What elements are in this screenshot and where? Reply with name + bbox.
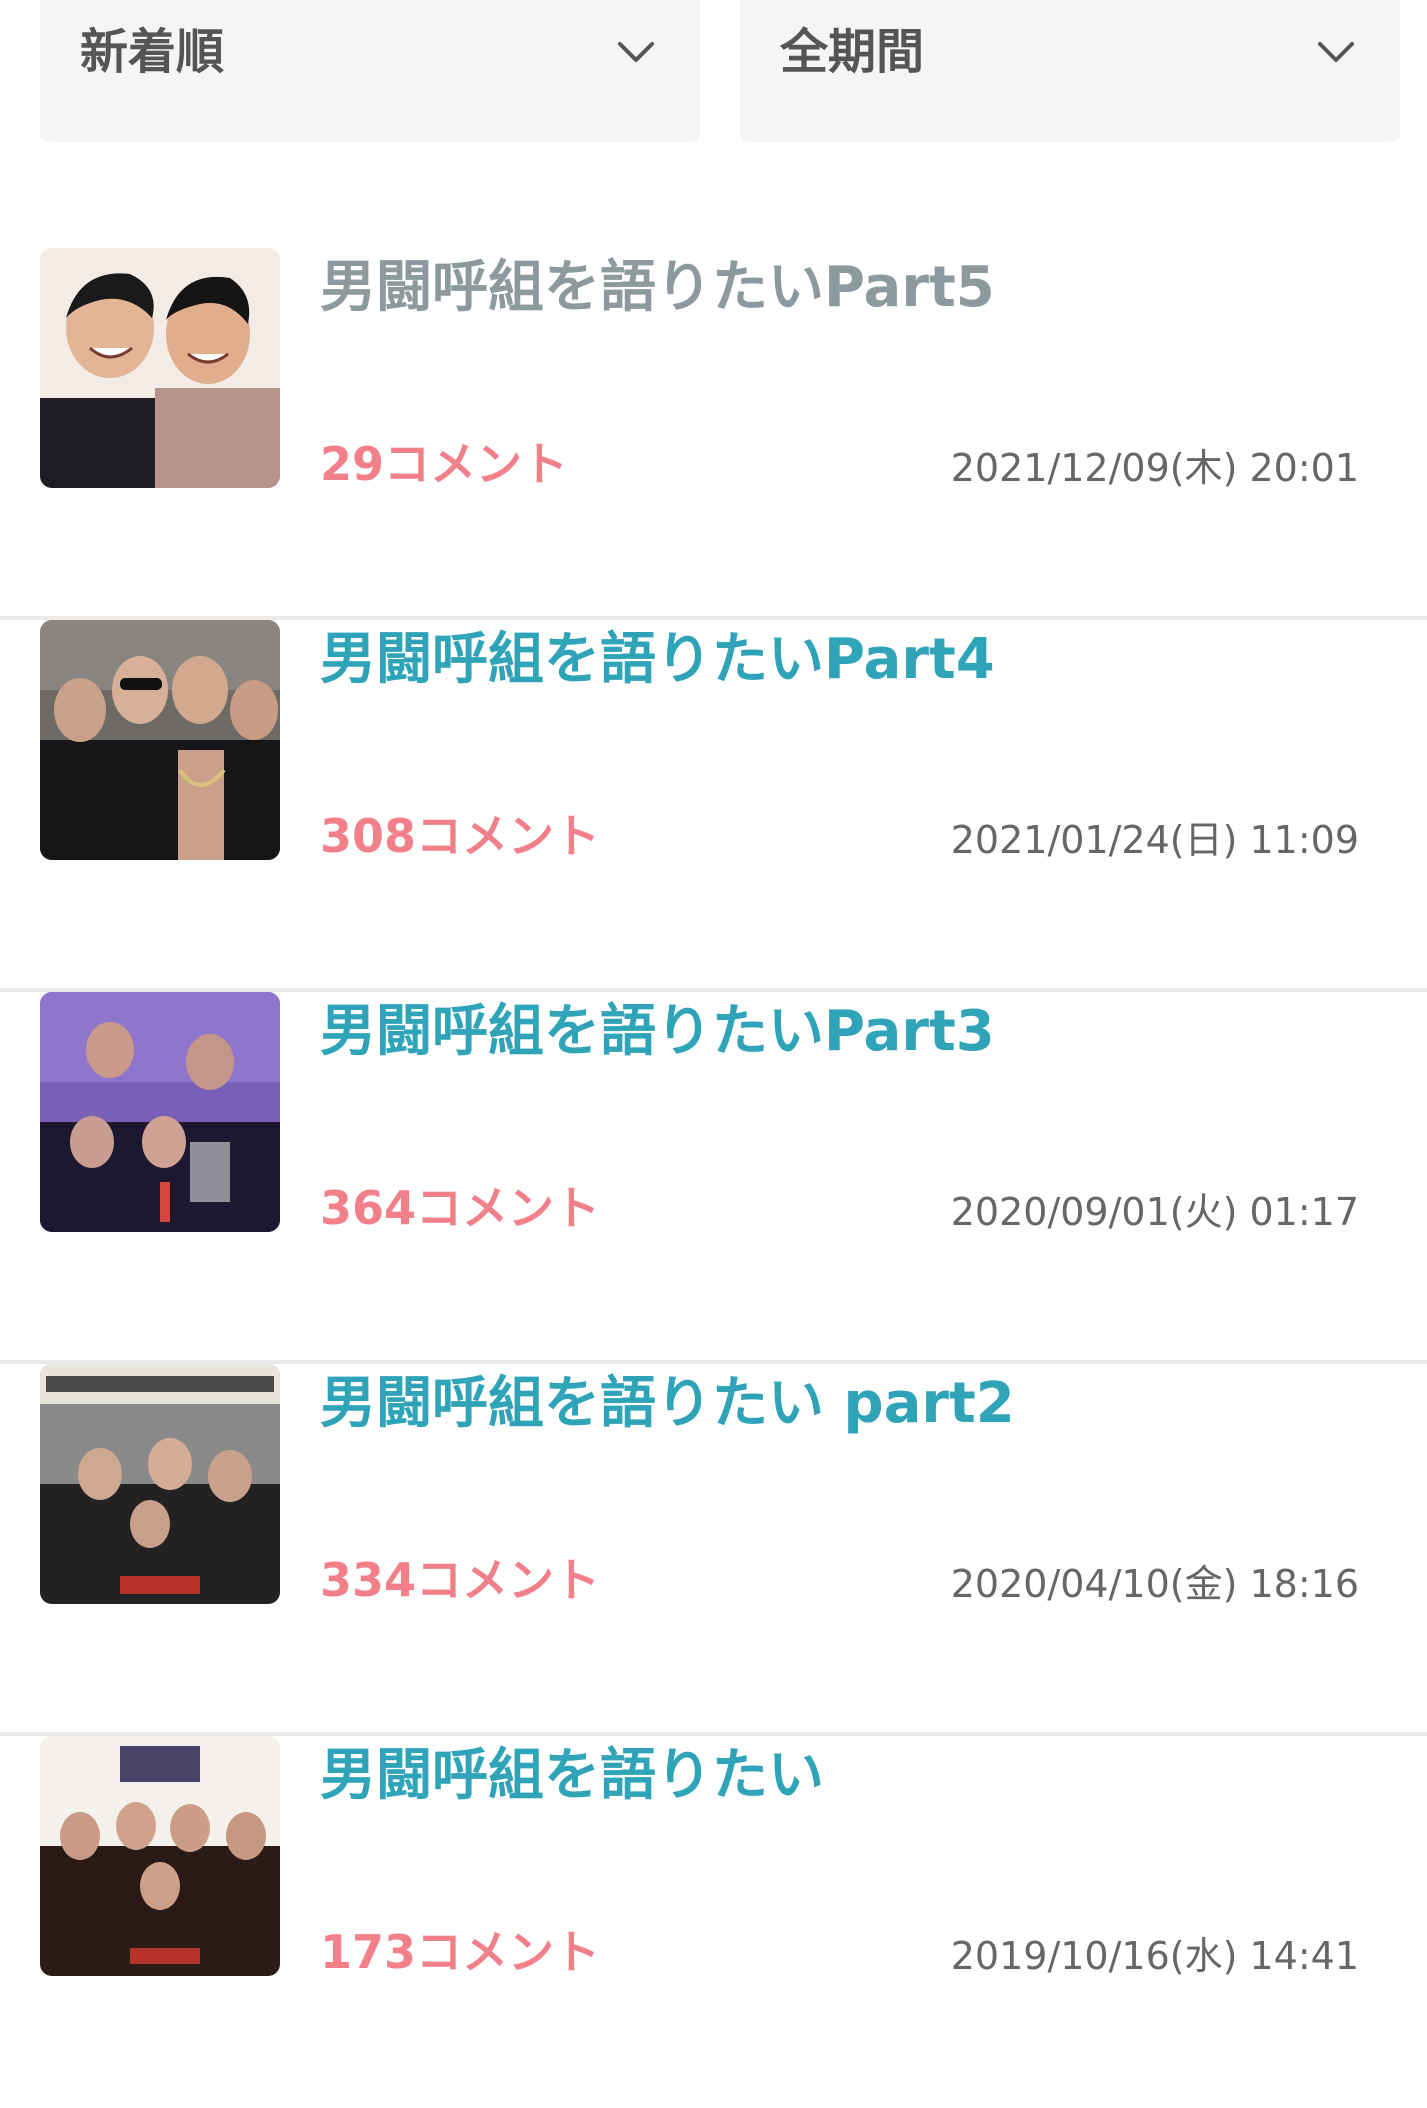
period-dropdown-label: 全期間 (780, 24, 925, 80)
comment-count: 364コメント (320, 1181, 601, 1235)
thread-title[interactable]: 男闘呼組を語りたい (320, 1736, 824, 1816)
thread-title[interactable]: 男闘呼組を語りたいPart3 (320, 992, 995, 1072)
thread-thumbnail (40, 248, 280, 488)
filter-bar: 新着順 全期間 (40, 0, 1400, 142)
thread-date: 2019/10/16(水) 14:41 (950, 1934, 1359, 1978)
sort-dropdown-label: 新着順 (80, 24, 225, 80)
thread-list-item[interactable]: 男闘呼組を語りたい part2 334コメント 2020/04/10(金) 18… (0, 1364, 1427, 1736)
comment-count: 334コメント (320, 1553, 601, 1607)
period-dropdown[interactable]: 全期間 (740, 0, 1400, 142)
thread-list-item[interactable]: 男闘呼組を語りたいPart4 308コメント 2021/01/24(日) 11:… (0, 620, 1427, 992)
comment-count: 29コメント (320, 437, 569, 491)
thread-title[interactable]: 男闘呼組を語りたい part2 (320, 1364, 1015, 1444)
thread-thumbnail (40, 992, 280, 1232)
thread-date: 2020/09/01(火) 01:17 (950, 1190, 1359, 1234)
sort-dropdown[interactable]: 新着順 (40, 0, 700, 142)
thread-list-item[interactable]: 男闘呼組を語りたい 173コメント 2019/10/16(水) 14:41 (0, 1736, 1427, 2108)
thread-title[interactable]: 男闘呼組を語りたいPart4 (320, 620, 995, 700)
thread-list-item[interactable]: 男闘呼組を語りたいPart3 364コメント 2020/09/01(火) 01:… (0, 992, 1427, 1364)
comment-count: 173コメント (320, 1925, 601, 1979)
comment-count: 308コメント (320, 809, 601, 863)
thread-date: 2021/12/09(木) 20:01 (950, 446, 1359, 490)
chevron-down-icon (1318, 42, 1354, 62)
thread-thumbnail (40, 1364, 280, 1604)
thread-thumbnail (40, 620, 280, 860)
chevron-down-icon (618, 42, 654, 62)
thread-date: 2020/04/10(金) 18:16 (950, 1562, 1359, 1606)
thread-list-item[interactable]: 男闘呼組を語りたいPart5 29コメント 2021/12/09(木) 20:0… (0, 248, 1427, 620)
thread-thumbnail (40, 1736, 280, 1976)
thread-title[interactable]: 男闘呼組を語りたいPart5 (320, 248, 995, 328)
thread-date: 2021/01/24(日) 11:09 (950, 818, 1359, 862)
